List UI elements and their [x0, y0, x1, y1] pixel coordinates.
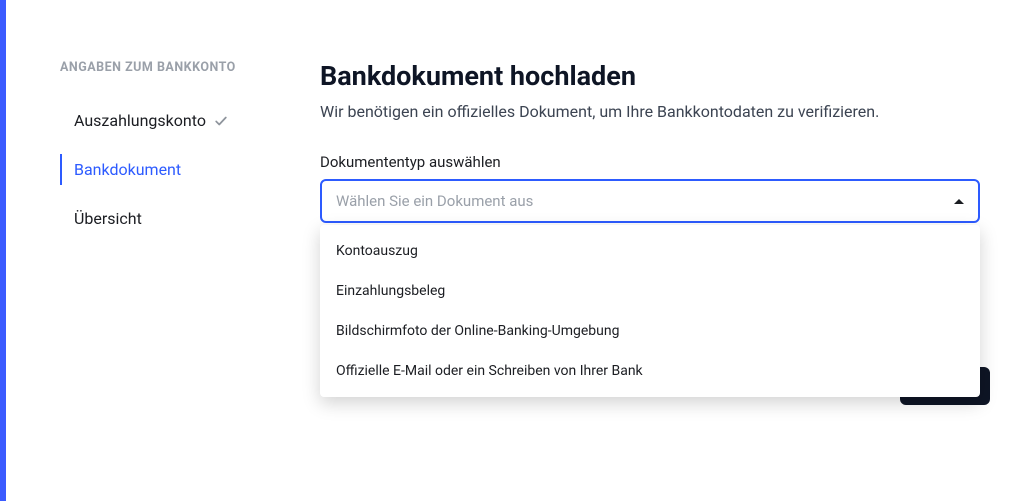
dropdown-option-bank-email[interactable]: Offizielle E-Mail oder ein Schreiben von…: [320, 351, 980, 391]
sidebar-item-label: Bankdokument: [74, 160, 181, 179]
document-type-dropdown: Kontoauszug Einzahlungsbeleg Bildschirmf…: [320, 225, 980, 397]
sidebar-item-label: Übersicht: [74, 209, 142, 228]
left-accent-bar: [0, 0, 6, 501]
sidebar-nav: Auszahlungskonto Bankdokument Übersicht: [60, 103, 280, 250]
sidebar-header: ANGABEN ZUM BANKKONTO: [60, 60, 280, 75]
sidebar: ANGABEN ZUM BANKKONTO Auszahlungskonto B…: [60, 60, 280, 250]
sidebar-item-label: Auszahlungskonto: [74, 111, 206, 130]
document-type-select[interactable]: Wählen Sie ein Dokument aus: [320, 179, 980, 223]
page-subtitle: Wir benötigen ein offizielles Dokument, …: [320, 102, 994, 121]
dropdown-option-online-banking-screenshot[interactable]: Bildschirmfoto der Online-Banking-Umgebu…: [320, 311, 980, 351]
sidebar-item-bankdokument[interactable]: Bankdokument: [60, 152, 280, 187]
main-content: Bankdokument hochladen Wir benötigen ein…: [320, 60, 994, 250]
select-placeholder: Wählen Sie ein Dokument aus: [336, 192, 533, 210]
page-title: Bankdokument hochladen: [320, 60, 994, 92]
select-label: Dokumententyp auswählen: [320, 153, 994, 171]
dropdown-option-kontoauszug[interactable]: Kontoauszug: [320, 231, 980, 271]
check-icon: [214, 114, 228, 128]
caret-up-icon: [954, 199, 964, 204]
sidebar-item-uebersicht[interactable]: Übersicht: [60, 201, 280, 236]
sidebar-item-auszahlungskonto[interactable]: Auszahlungskonto: [60, 103, 280, 138]
dropdown-option-einzahlungsbeleg[interactable]: Einzahlungsbeleg: [320, 271, 980, 311]
document-type-select-wrap: Wählen Sie ein Dokument aus Kontoauszug …: [320, 179, 980, 223]
